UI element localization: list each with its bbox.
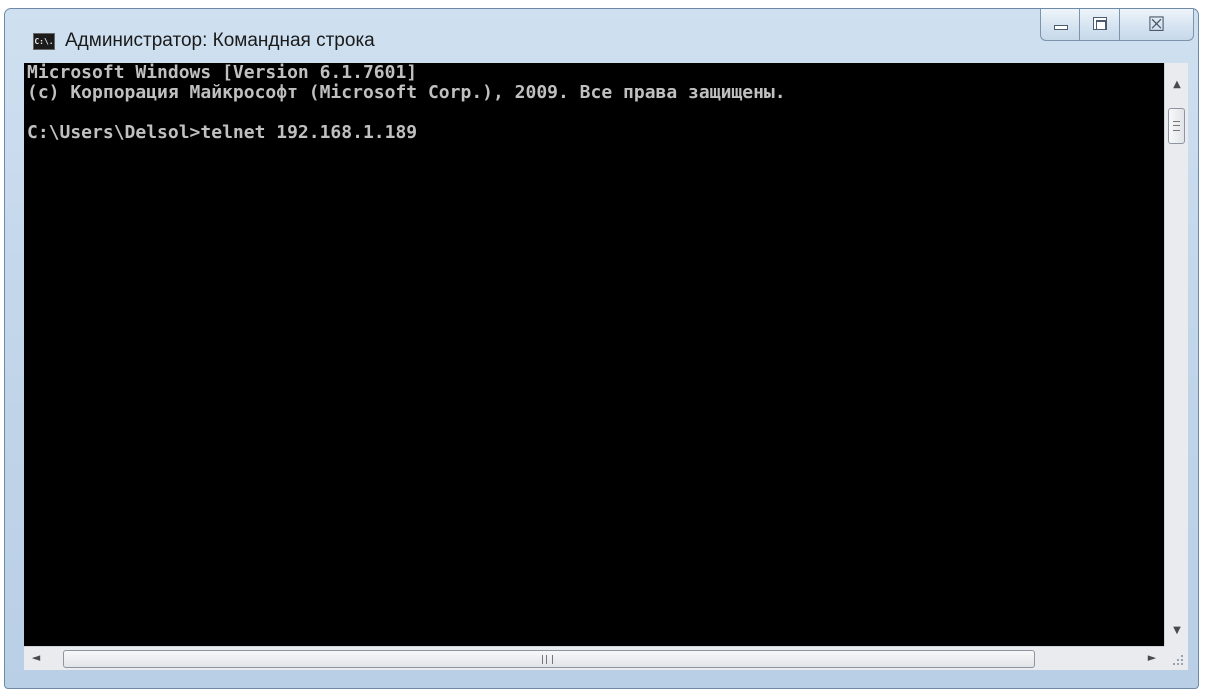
maximize-button[interactable]: [1080, 9, 1120, 41]
resize-grip-icon[interactable]: [1164, 646, 1188, 670]
scroll-right-arrow-icon[interactable]: ►: [1140, 651, 1164, 664]
console-line-copyright: (c) Корпорация Майкрософт (Microsoft Cor…: [27, 82, 786, 103]
console-line-prompt: C:\Users\Delsol>telnet 192.168.1.189: [27, 122, 418, 143]
horizontal-scrollbar[interactable]: ◄ ►: [24, 646, 1164, 670]
window-title: Администратор: Командная строка: [65, 30, 375, 51]
cmd-app-icon[interactable]: C:\.: [33, 33, 55, 50]
scroll-left-arrow-icon[interactable]: ◄: [24, 651, 48, 664]
vertical-scroll-thumb[interactable]: [1168, 108, 1185, 144]
scroll-down-arrow-icon[interactable]: ▼: [1165, 625, 1189, 636]
console-line-version: Microsoft Windows [Version 6.1.7601]: [27, 63, 418, 83]
console-output[interactable]: Microsoft Windows [Version 6.1.7601] (c)…: [24, 63, 1164, 646]
title-bar[interactable]: C:\. Администратор: Командная строка ☒: [5, 9, 1198, 65]
close-button[interactable]: ☒: [1120, 9, 1194, 41]
minimize-icon: [1054, 25, 1068, 30]
caption-buttons: ☒: [1040, 9, 1194, 42]
minimize-button[interactable]: [1040, 9, 1080, 41]
grip-icon: [542, 655, 553, 664]
grip-icon: [1173, 121, 1180, 131]
close-icon: ☒: [1147, 12, 1166, 36]
maximize-icon: [1093, 17, 1107, 30]
vertical-scrollbar[interactable]: ▲ ▼: [1164, 63, 1188, 646]
scroll-up-arrow-icon[interactable]: ▲: [1165, 79, 1189, 90]
horizontal-scroll-thumb[interactable]: [63, 650, 1035, 668]
